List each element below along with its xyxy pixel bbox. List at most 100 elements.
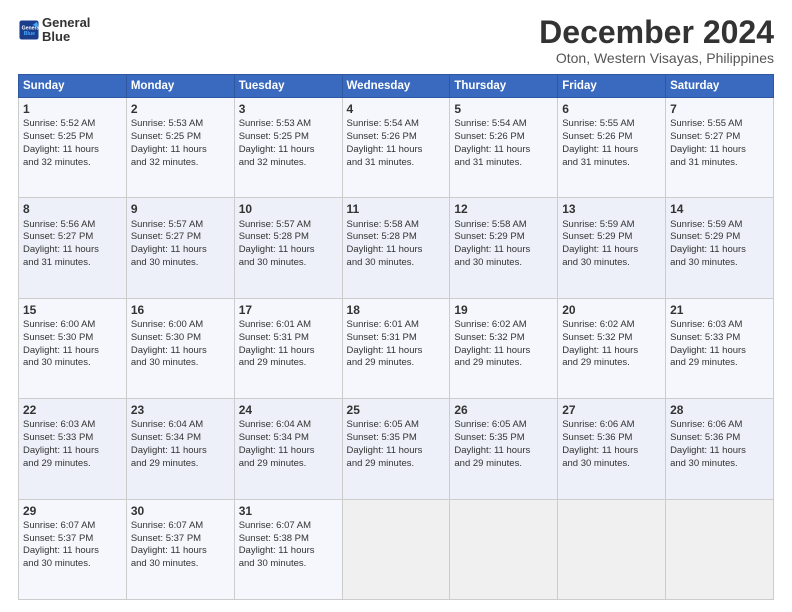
page: General Blue General Blue December 2024 … — [0, 0, 792, 612]
day-info-line: Daylight: 11 hours — [347, 445, 446, 458]
day-cell: 17Sunrise: 6:01 AMSunset: 5:31 PMDayligh… — [234, 298, 342, 398]
day-info-line: Daylight: 11 hours — [562, 144, 661, 157]
day-number: 25 — [347, 402, 446, 418]
day-number: 21 — [670, 302, 769, 318]
logo-text: General Blue — [42, 16, 90, 45]
day-info-line: and 30 minutes. — [131, 257, 230, 270]
day-info-line: Daylight: 11 hours — [562, 244, 661, 257]
day-info-line: Sunset: 5:26 PM — [454, 131, 553, 144]
day-info-line: Sunrise: 6:06 AM — [562, 419, 661, 432]
day-info-line: Sunrise: 6:02 AM — [562, 319, 661, 332]
day-cell: 13Sunrise: 5:59 AMSunset: 5:29 PMDayligh… — [558, 198, 666, 298]
day-number: 11 — [347, 201, 446, 217]
day-info-line: Sunrise: 6:05 AM — [454, 419, 553, 432]
day-info-line: and 30 minutes. — [23, 357, 122, 370]
day-number: 15 — [23, 302, 122, 318]
day-number: 13 — [562, 201, 661, 217]
day-info-line: Sunset: 5:29 PM — [670, 231, 769, 244]
calendar-table: SundayMondayTuesdayWednesdayThursdayFrid… — [18, 74, 774, 600]
day-info-line: Daylight: 11 hours — [670, 345, 769, 358]
day-info-line: Sunset: 5:25 PM — [239, 131, 338, 144]
day-info-line: Sunrise: 6:01 AM — [239, 319, 338, 332]
day-info-line: Sunrise: 6:01 AM — [347, 319, 446, 332]
day-number: 27 — [562, 402, 661, 418]
day-number: 22 — [23, 402, 122, 418]
day-info-line: Sunset: 5:31 PM — [347, 332, 446, 345]
day-info-line: Sunrise: 5:52 AM — [23, 118, 122, 131]
day-info-line: and 30 minutes. — [670, 257, 769, 270]
day-info-line: Daylight: 11 hours — [454, 144, 553, 157]
day-number: 3 — [239, 101, 338, 117]
day-info-line: Sunrise: 5:58 AM — [454, 219, 553, 232]
day-cell: 5Sunrise: 5:54 AMSunset: 5:26 PMDaylight… — [450, 98, 558, 198]
day-number: 23 — [131, 402, 230, 418]
day-cell: 24Sunrise: 6:04 AMSunset: 5:34 PMDayligh… — [234, 399, 342, 499]
week-row-3: 15Sunrise: 6:00 AMSunset: 5:30 PMDayligh… — [19, 298, 774, 398]
col-header-saturday: Saturday — [666, 75, 774, 98]
day-number: 28 — [670, 402, 769, 418]
day-cell: 11Sunrise: 5:58 AMSunset: 5:28 PMDayligh… — [342, 198, 450, 298]
day-info-line: Daylight: 11 hours — [239, 345, 338, 358]
day-info-line: and 30 minutes. — [670, 458, 769, 471]
day-info-line: Sunrise: 5:57 AM — [239, 219, 338, 232]
day-info-line: and 29 minutes. — [347, 357, 446, 370]
day-info-line: Daylight: 11 hours — [454, 244, 553, 257]
day-info-line: and 31 minutes. — [670, 157, 769, 170]
day-info-line: Daylight: 11 hours — [131, 445, 230, 458]
day-info-line: Sunrise: 6:02 AM — [454, 319, 553, 332]
day-cell: 8Sunrise: 5:56 AMSunset: 5:27 PMDaylight… — [19, 198, 127, 298]
day-cell: 6Sunrise: 5:55 AMSunset: 5:26 PMDaylight… — [558, 98, 666, 198]
day-info-line: Sunset: 5:26 PM — [562, 131, 661, 144]
day-info-line: Daylight: 11 hours — [23, 144, 122, 157]
day-number: 16 — [131, 302, 230, 318]
day-info-line: Daylight: 11 hours — [670, 244, 769, 257]
day-info-line: Sunrise: 5:57 AM — [131, 219, 230, 232]
day-info-line: and 30 minutes. — [562, 458, 661, 471]
day-info-line: and 32 minutes. — [23, 157, 122, 170]
subtitle: Oton, Western Visayas, Philippines — [539, 50, 774, 66]
day-cell: 7Sunrise: 5:55 AMSunset: 5:27 PMDaylight… — [666, 98, 774, 198]
col-header-monday: Monday — [126, 75, 234, 98]
day-number: 18 — [347, 302, 446, 318]
day-info-line: Sunset: 5:28 PM — [239, 231, 338, 244]
day-number: 30 — [131, 503, 230, 519]
day-info-line: Sunrise: 6:04 AM — [131, 419, 230, 432]
logo-icon: General Blue — [18, 19, 40, 41]
week-row-5: 29Sunrise: 6:07 AMSunset: 5:37 PMDayligh… — [19, 499, 774, 599]
day-info-line: Sunset: 5:37 PM — [131, 533, 230, 546]
day-info-line: Sunset: 5:35 PM — [347, 432, 446, 445]
day-info-line: Sunset: 5:31 PM — [239, 332, 338, 345]
day-info-line: Sunrise: 5:53 AM — [131, 118, 230, 131]
title-area: December 2024 Oton, Western Visayas, Phi… — [539, 16, 774, 66]
day-info-line: Sunset: 5:35 PM — [454, 432, 553, 445]
day-number: 31 — [239, 503, 338, 519]
day-info-line: Daylight: 11 hours — [562, 345, 661, 358]
day-number: 1 — [23, 101, 122, 117]
day-info-line: and 29 minutes. — [562, 357, 661, 370]
day-number: 19 — [454, 302, 553, 318]
day-info-line: Sunrise: 5:55 AM — [562, 118, 661, 131]
col-header-thursday: Thursday — [450, 75, 558, 98]
day-info-line: Sunrise: 6:05 AM — [347, 419, 446, 432]
day-cell: 12Sunrise: 5:58 AMSunset: 5:29 PMDayligh… — [450, 198, 558, 298]
day-number: 26 — [454, 402, 553, 418]
day-number: 17 — [239, 302, 338, 318]
day-info-line: and 30 minutes. — [239, 257, 338, 270]
day-cell: 25Sunrise: 6:05 AMSunset: 5:35 PMDayligh… — [342, 399, 450, 499]
day-cell: 16Sunrise: 6:00 AMSunset: 5:30 PMDayligh… — [126, 298, 234, 398]
day-info-line: Daylight: 11 hours — [670, 144, 769, 157]
col-header-sunday: Sunday — [19, 75, 127, 98]
day-info-line: Sunrise: 5:54 AM — [454, 118, 553, 131]
day-info-line: Sunrise: 6:04 AM — [239, 419, 338, 432]
day-info-line: Sunset: 5:33 PM — [670, 332, 769, 345]
day-number: 8 — [23, 201, 122, 217]
day-info-line: Daylight: 11 hours — [23, 244, 122, 257]
col-header-tuesday: Tuesday — [234, 75, 342, 98]
day-info-line: Daylight: 11 hours — [131, 144, 230, 157]
day-cell: 4Sunrise: 5:54 AMSunset: 5:26 PMDaylight… — [342, 98, 450, 198]
day-cell: 9Sunrise: 5:57 AMSunset: 5:27 PMDaylight… — [126, 198, 234, 298]
day-cell: 18Sunrise: 6:01 AMSunset: 5:31 PMDayligh… — [342, 298, 450, 398]
day-info-line: Daylight: 11 hours — [239, 545, 338, 558]
day-info-line: Sunset: 5:38 PM — [239, 533, 338, 546]
day-cell: 31Sunrise: 6:07 AMSunset: 5:38 PMDayligh… — [234, 499, 342, 599]
